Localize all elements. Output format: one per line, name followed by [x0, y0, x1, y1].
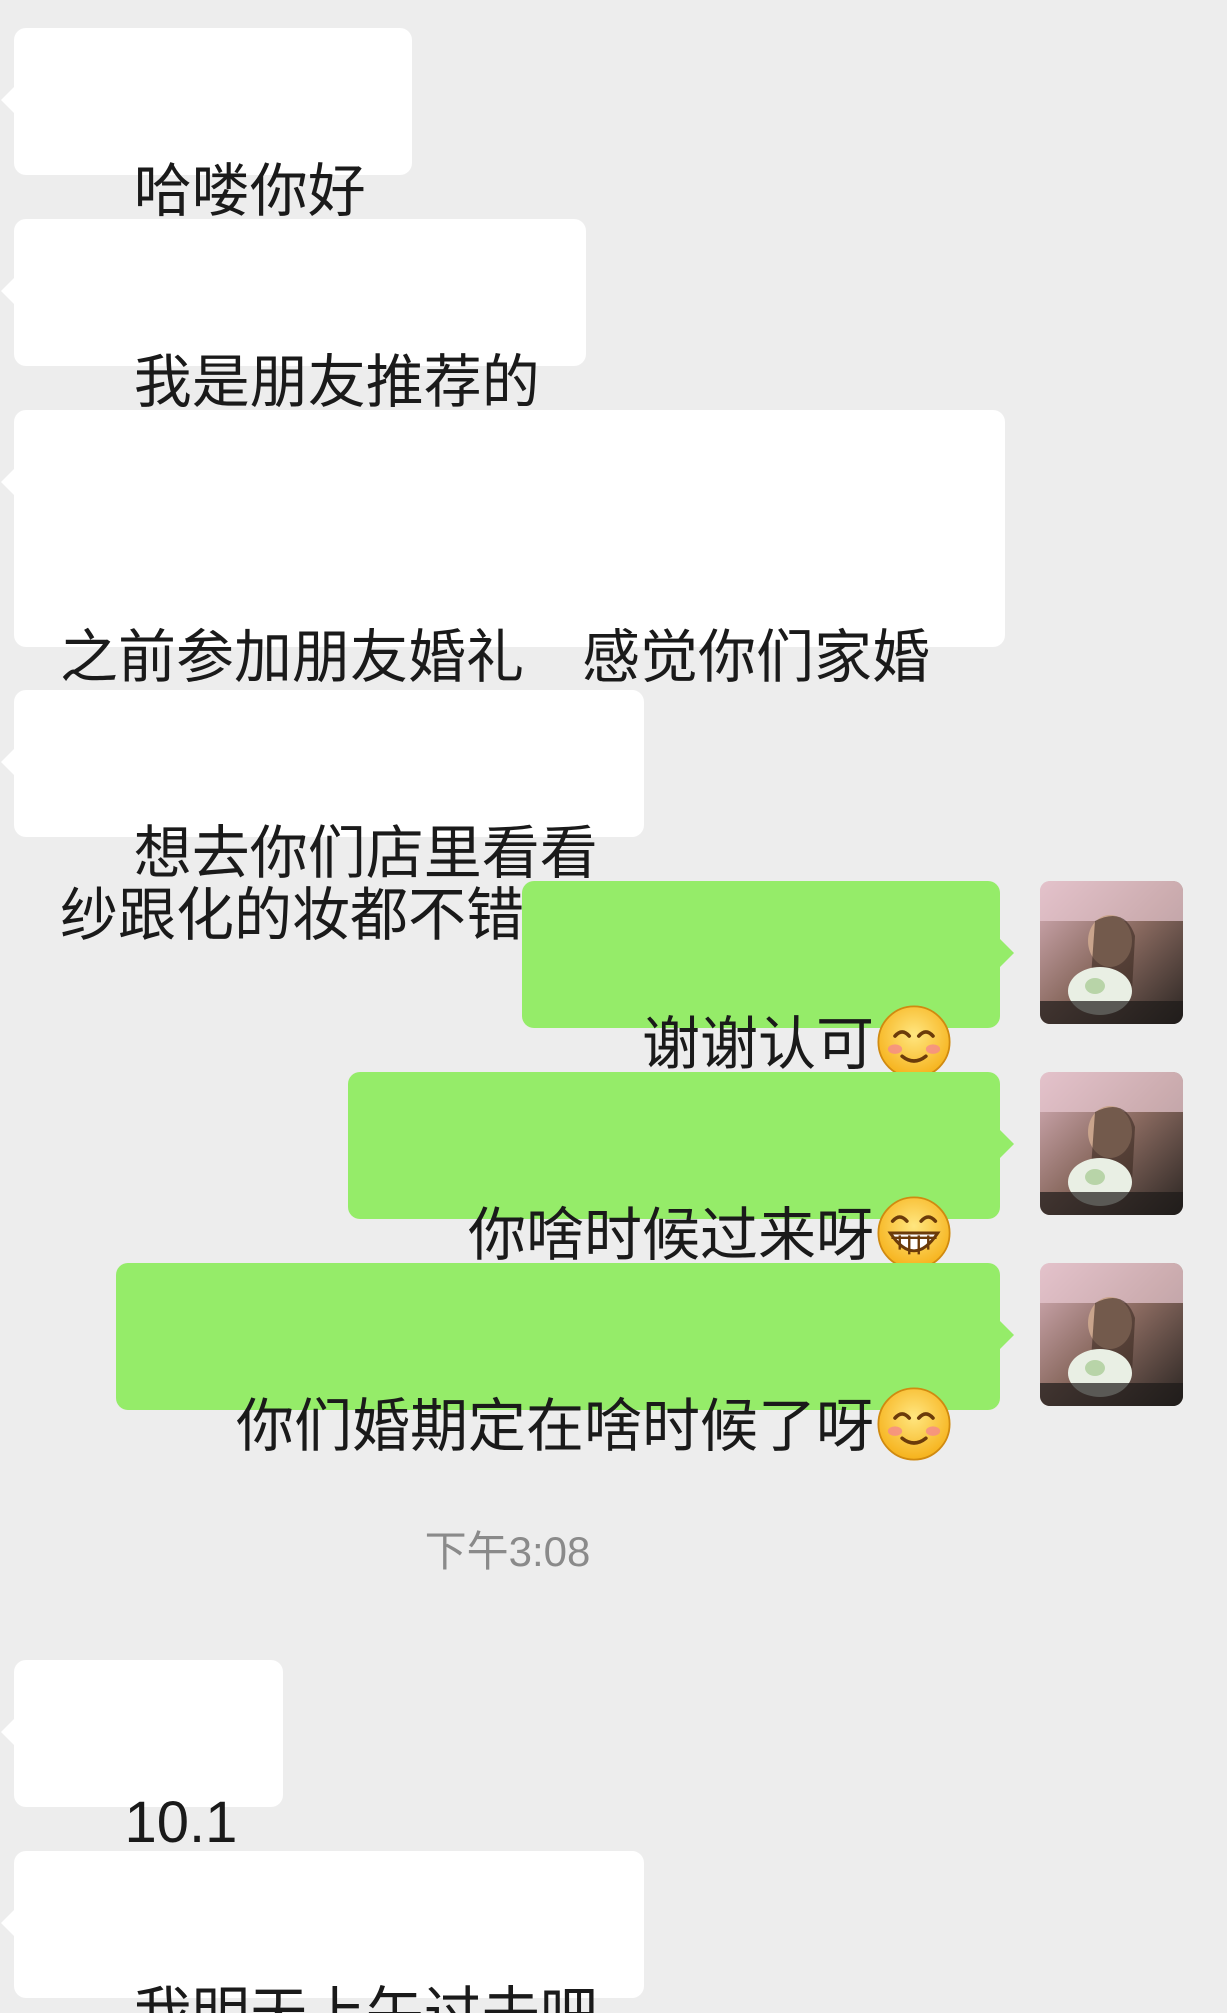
message-bubble-outgoing[interactable]: 你啥时候过来呀 — [348, 1072, 1014, 1270]
message-text: 我明天上午过去吧 — [134, 1980, 598, 2013]
message-bubble-outgoing[interactable]: 谢谢认可 — [522, 881, 1014, 1079]
smiling-blush-emoji-icon — [877, 1005, 951, 1079]
message-text: 谢谢认可 — [641, 1010, 874, 1078]
message-text-line: 之前参加朋友婚礼 感觉你们家婚 — [60, 623, 931, 691]
message-text: 你啥时候过来呀 — [467, 1201, 874, 1269]
message-text: 10.1 — [124, 1790, 238, 1855]
message-bubble-incoming[interactable]: 我明天上午过去吧 — [1, 1851, 644, 2013]
message-bubble-incoming[interactable]: 想去你们店里看看 — [1, 690, 644, 887]
user-avatar-photo-icon — [1040, 1263, 1183, 1406]
chat-window: 哈喽你好 我是朋友推荐的 之前参加朋友婚礼 感觉你们家婚 纱跟化的妆都不错 想去… — [0, 0, 1227, 2013]
message-text: 我是朋友推荐的 — [133, 348, 540, 416]
user-avatar-photo-icon — [1040, 1072, 1183, 1215]
avatar[interactable] — [1040, 881, 1183, 1024]
message-bubble-outgoing[interactable]: 你们婚期定在啥时候了呀 — [116, 1263, 1014, 1461]
message-bubble-incoming[interactable]: 我是朋友推荐的 — [1, 219, 586, 416]
message-text: 哈喽你好 — [133, 157, 366, 225]
smiling-blush-emoji-icon — [877, 1387, 951, 1461]
message-bubble-incoming[interactable]: 哈喽你好 — [1, 28, 412, 225]
grinning-emoji-icon — [877, 1196, 951, 1270]
message-bubble-incoming[interactable]: 之前参加朋友婚礼 感觉你们家婚 纱跟化的妆都不错 — [1, 410, 1005, 949]
message-timestamp: 下午3:08 — [424, 1528, 591, 1575]
message-text: 想去你们店里看看 — [133, 819, 598, 887]
avatar[interactable] — [1040, 1263, 1183, 1406]
user-avatar-photo-icon — [1040, 881, 1183, 1024]
message-bubble-incoming[interactable]: 10.1 — [0, 1660, 284, 1855]
avatar[interactable] — [1040, 1072, 1183, 1215]
message-text: 你们婚期定在啥时候了呀 — [235, 1392, 874, 1460]
